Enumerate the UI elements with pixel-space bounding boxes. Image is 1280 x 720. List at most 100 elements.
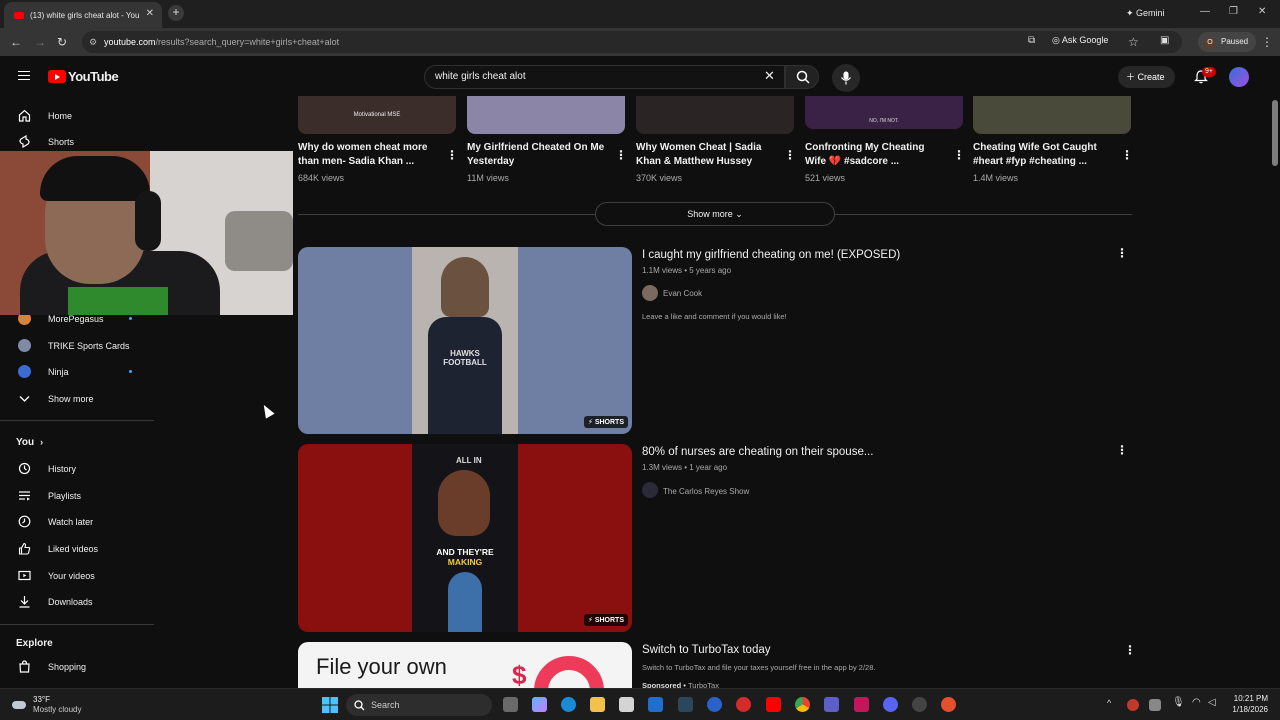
create-button[interactable]: ＋ Create [1118, 66, 1175, 88]
video-thumbnail[interactable]: HAWKS FOOTBALL ⚡ SHORTS [298, 247, 632, 434]
window-close-icon[interactable]: ✕ [1258, 6, 1266, 17]
channel-avatar[interactable] [642, 285, 658, 301]
channel-name[interactable]: The Carlos Reyes Show [663, 487, 749, 496]
restore-icon[interactable]: ❐ [1229, 6, 1238, 17]
volume-icon[interactable]: ◁ [1208, 697, 1216, 708]
microsoft-store-icon[interactable] [619, 697, 634, 712]
browser-tab[interactable]: (13) white girls cheat alot - You ✕ [4, 2, 162, 28]
search-button[interactable] [785, 65, 819, 89]
short-card[interactable]: Why Women Cheat | Sadia Khan & Matthew H… [636, 96, 796, 192]
steam-icon[interactable] [678, 697, 693, 712]
sidebar-item-history[interactable]: History [0, 456, 154, 482]
copilot-icon[interactable] [532, 697, 547, 712]
short-card[interactable]: Cheating Wife Got Caught #heart #fyp #ch… [973, 96, 1133, 192]
gemini-button[interactable]: ✦ Gemini [1126, 8, 1165, 19]
profile-paused-button[interactable]: O Paused [1198, 32, 1257, 52]
tray-app-icon[interactable] [1127, 699, 1139, 711]
video-thumbnail[interactable]: ALL IN AND THEY'RE MAKING ⚡ SHORTS [298, 444, 632, 632]
ad-title[interactable]: Switch to TurboTax today [642, 644, 770, 656]
short-title[interactable]: Confronting My Cheating Wife 💔 #sadcore … [805, 141, 945, 169]
youtube-app-icon[interactable] [766, 697, 781, 712]
short-card[interactable]: Motivational MSE Why do women cheat more… [298, 96, 458, 192]
video-title[interactable]: I caught my girlfriend cheating on me! (… [642, 249, 900, 261]
side-panel-icon[interactable]: ▣ [1160, 35, 1169, 46]
discord-icon[interactable] [883, 697, 898, 712]
sidebar-item-liked-videos[interactable]: Liked videos [0, 536, 154, 562]
more-options-icon[interactable]: ⋮ [1116, 443, 1128, 457]
channel-avatar[interactable] [642, 482, 658, 498]
youtube-logo[interactable]: YouTube [48, 69, 119, 84]
bookmark-star-icon[interactable]: ☆ [1128, 35, 1139, 49]
subscription-item-ninja[interactable]: Ninja [0, 359, 154, 385]
sidebar-item-shopping[interactable]: Shopping [0, 654, 154, 680]
more-options-icon[interactable]: ⋮ [615, 148, 627, 162]
obs-icon[interactable] [912, 697, 927, 712]
site-info-icon[interactable]: ⚙ [89, 31, 97, 53]
sidebar-item-downloads[interactable]: Downloads [0, 589, 154, 615]
short-title[interactable]: Cheating Wife Got Caught #heart #fyp #ch… [973, 141, 1113, 169]
short-thumbnail[interactable]: NO, I'M NOT. [805, 96, 963, 129]
sidebar-item-home[interactable]: Home [0, 103, 154, 129]
teams-icon[interactable] [824, 697, 839, 712]
outlook-icon[interactable] [648, 697, 663, 712]
ask-google-button[interactable]: ◎ Ask Google [1052, 35, 1108, 46]
new-tab-button[interactable]: + [168, 5, 184, 21]
show-more-subscriptions[interactable]: Show more [0, 386, 154, 412]
reload-icon[interactable]: ↻ [57, 35, 67, 49]
short-card[interactable]: NO, I'M NOT. Confronting My Cheating Wif… [805, 96, 965, 192]
more-options-icon[interactable]: ⋮ [1121, 148, 1133, 162]
weather-temperature[interactable]: 33°F [33, 695, 50, 704]
more-options-icon[interactable]: ⋮ [1116, 246, 1128, 260]
more-options-icon[interactable]: ⋮ [446, 148, 458, 162]
audio-app-icon[interactable] [854, 697, 869, 712]
wifi-icon[interactable]: ◠ [1192, 697, 1201, 708]
taskbar-search-box[interactable]: Search [346, 694, 492, 716]
browser-menu-icon[interactable]: ⋮ [1261, 35, 1273, 49]
short-thumbnail[interactable]: Motivational MSE [298, 96, 456, 134]
short-thumbnail[interactable] [973, 96, 1131, 134]
tray-network-app-icon[interactable] [1149, 699, 1161, 711]
close-tab-icon[interactable]: ✕ [146, 8, 154, 19]
short-thumbnail[interactable] [467, 96, 625, 134]
ets-icon[interactable] [736, 697, 751, 712]
weather-cloud-icon[interactable] [10, 696, 28, 712]
clear-search-icon[interactable]: ✕ [764, 68, 775, 84]
streaming-app-icon[interactable] [941, 697, 956, 712]
account-avatar[interactable] [1229, 67, 1249, 87]
subscription-item-trike-sports-cards[interactable]: TRIKE Sports Cards [0, 333, 154, 359]
video-title[interactable]: 80% of nurses are cheating on their spou… [642, 446, 873, 458]
ad-thumbnail[interactable]: File your own $ [298, 642, 632, 688]
tray-overflow-chevron-icon[interactable]: ^ [1107, 698, 1111, 708]
you-section-title[interactable]: You › [16, 437, 43, 448]
sidebar-item-playlists[interactable]: Playlists [0, 483, 154, 509]
more-options-icon[interactable]: ⋮ [953, 148, 965, 162]
menu-hamburger-icon[interactable] [18, 71, 30, 80]
search-input[interactable]: white girls cheat alot [424, 65, 785, 89]
short-title[interactable]: My Girlfriend Cheated On Me Yesterday [467, 141, 607, 169]
battle-net-icon[interactable] [707, 697, 722, 712]
windows-start-icon[interactable] [322, 697, 338, 713]
short-title[interactable]: Why do women cheat more than men- Sadia … [298, 141, 438, 169]
microphone-tray-icon[interactable]: 🎙 [1172, 697, 1185, 708]
short-title[interactable]: Why Women Cheat | Sadia Khan & Matthew H… [636, 141, 776, 169]
short-thumbnail[interactable] [636, 96, 794, 134]
show-more-shorts-button[interactable]: Show more ⌄ [595, 202, 835, 226]
edge-icon[interactable] [561, 697, 576, 712]
short-card[interactable]: My Girlfriend Cheated On Me Yesterday 11… [467, 96, 627, 192]
sidebar-item-your-videos[interactable]: Your videos [0, 563, 154, 589]
task-view-icon[interactable] [503, 697, 518, 712]
minimize-icon[interactable]: — [1200, 6, 1210, 17]
back-arrow-icon[interactable]: ← [10, 35, 22, 49]
address-bar[interactable]: ⚙ youtube.com/results?search_query=white… [82, 31, 1182, 53]
scrollbar-thumb[interactable] [1272, 100, 1278, 166]
channel-name[interactable]: Evan Cook [663, 289, 702, 298]
sidebar-item-watch-later[interactable]: Watch later [0, 509, 154, 535]
file-explorer-icon[interactable] [590, 697, 605, 712]
more-options-icon[interactable]: ⋮ [1124, 643, 1136, 657]
install-app-icon[interactable]: ⧉ [1028, 35, 1035, 46]
chrome-icon[interactable] [795, 697, 810, 712]
scrollbar[interactable] [1270, 56, 1280, 688]
forward-arrow-icon[interactable]: → [34, 35, 46, 49]
more-options-icon[interactable]: ⋮ [784, 148, 796, 162]
voice-search-button[interactable] [832, 64, 860, 92]
